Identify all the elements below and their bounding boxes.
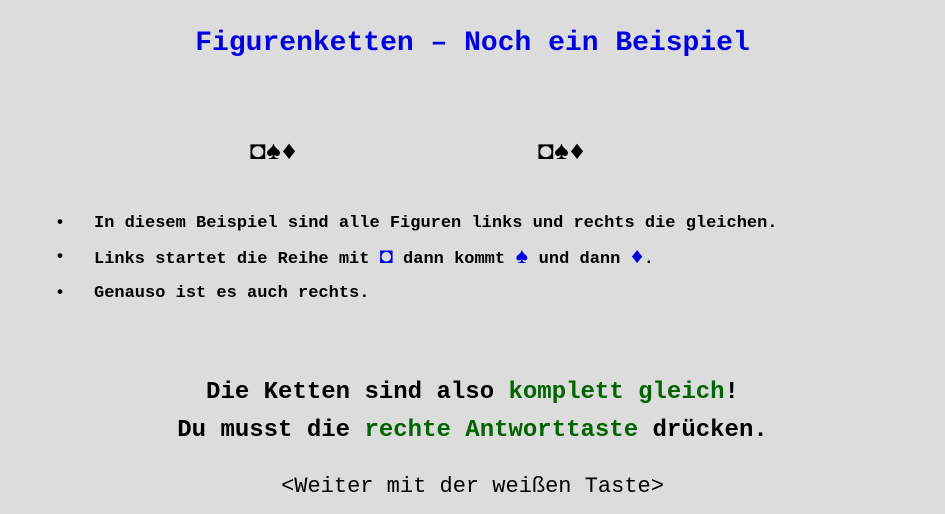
summary-line-2: Du musst die rechte Antworttaste drücken… — [0, 412, 945, 450]
summary-text-part: drücken. — [638, 417, 768, 444]
bullet-text: Links startet die Reihe mit — [94, 250, 380, 269]
bullet-text: In diesem Beispiel sind alle Figuren lin… — [94, 214, 778, 233]
spade-icon: ♠ — [553, 137, 570, 167]
left-figure-chain: ◘♠♦ — [250, 137, 297, 167]
spade-icon: ♠ — [265, 137, 282, 167]
bullet-text: . — [643, 250, 654, 269]
summary-text-part: Du musst die — [177, 417, 365, 444]
bullet-text: Genauso ist es auch rechts. — [94, 284, 370, 303]
list-item: • Links startet die Reihe mit ◘ dann kom… — [54, 245, 874, 273]
summary-text-part: ! — [724, 379, 739, 406]
highlight-text: komplett gleich — [508, 379, 725, 406]
summary-text: Die Ketten sind also komplett gleich! Du … — [0, 374, 945, 450]
summary-line-1: Die Ketten sind also komplett gleich! — [0, 374, 945, 412]
continue-hint: <Weiter mit der weißen Taste> — [281, 474, 664, 499]
bullet-icon: • — [54, 284, 66, 303]
inverse-bullet-icon: ◘ — [538, 137, 554, 167]
list-item: • Genauso ist es auch rechts. — [54, 281, 874, 307]
bullet-icon: • — [54, 214, 66, 233]
diamond-icon: ♦ — [630, 245, 644, 270]
summary-text-part: Die Ketten sind also — [206, 379, 509, 406]
bullet-text: dann kommt — [392, 250, 516, 269]
page-title: Figurenketten – Noch ein Beispiel — [195, 28, 750, 59]
diamond-icon: ♦ — [281, 137, 297, 167]
spade-icon: ♠ — [515, 245, 529, 270]
right-figure-chain: ◘♠♦ — [538, 137, 585, 167]
diamond-icon: ♦ — [569, 137, 585, 167]
highlight-text: rechte Antworttaste — [364, 417, 639, 444]
list-item: • In diesem Beispiel sind alle Figuren l… — [54, 211, 874, 237]
explanation-list: • In diesem Beispiel sind alle Figuren l… — [54, 211, 874, 315]
bullet-text: und dann — [528, 250, 631, 269]
bullet-icon: • — [54, 248, 66, 267]
inverse-bullet-icon: ◘ — [250, 137, 266, 167]
inverse-bullet-icon: ◘ — [379, 245, 393, 270]
